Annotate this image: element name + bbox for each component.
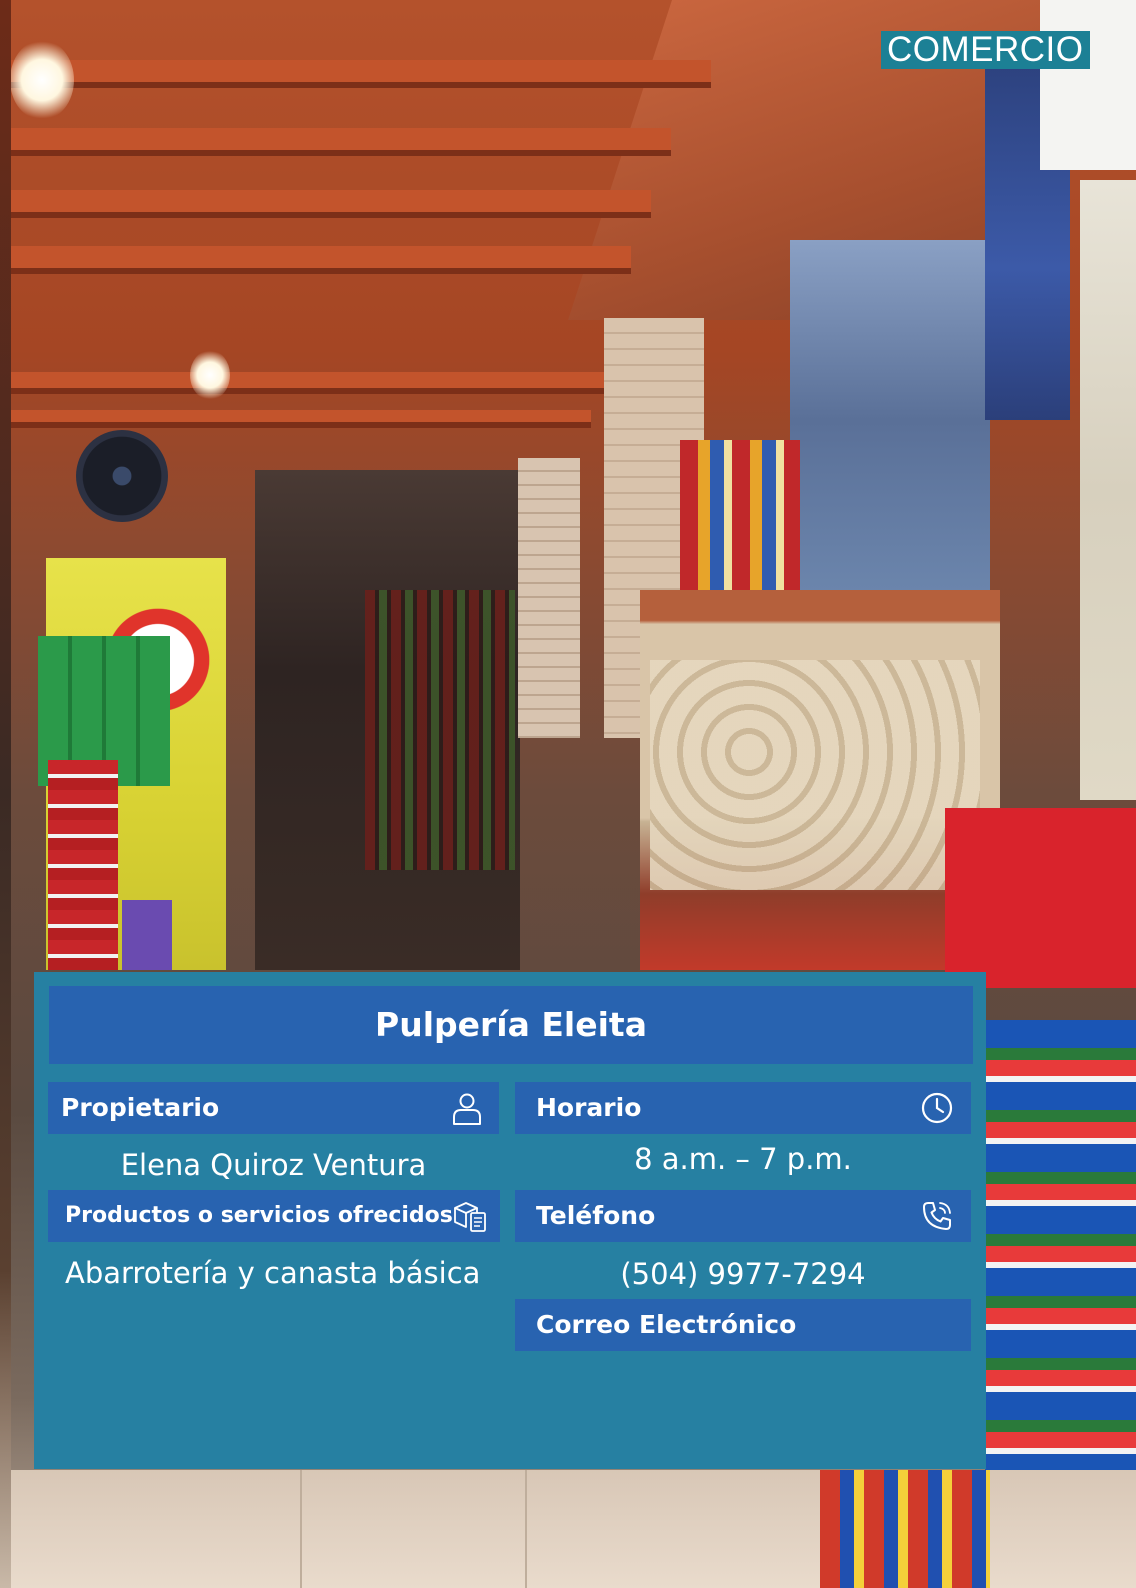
ceiling-beam	[11, 60, 711, 82]
owner-label: Propietario	[61, 1093, 220, 1122]
red-candy-rack	[945, 808, 1136, 988]
hours-label: Horario	[536, 1093, 642, 1122]
grain-sacks	[650, 660, 980, 890]
ceiling-beam	[11, 190, 651, 212]
phone-label: Teléfono	[536, 1201, 656, 1230]
person-icon	[453, 1093, 481, 1125]
floor-tile-line	[300, 1470, 302, 1588]
ceiling-beam	[11, 372, 611, 388]
products-value: Abarrotería y canasta básica	[65, 1256, 481, 1290]
boxes-stack	[790, 240, 990, 600]
clock-icon	[921, 1092, 953, 1124]
phone-icon	[923, 1202, 951, 1230]
email-label: Correo Electrónico	[536, 1310, 797, 1339]
products-icon	[454, 1202, 486, 1232]
left-edge-strip	[0, 0, 11, 1588]
category-tag: COMERCIO	[881, 31, 1090, 69]
brick-pillar	[518, 458, 580, 738]
ceiling-beam	[11, 128, 671, 150]
ceiling-beam	[11, 410, 591, 422]
wall-fan	[76, 430, 168, 522]
white-poster	[1040, 0, 1136, 170]
hours-header: Horario	[515, 1082, 971, 1134]
owner-header: Propietario	[48, 1082, 499, 1134]
floor-tile-line	[525, 1470, 527, 1588]
products-label: Productos o servicios ofrecidos	[65, 1203, 453, 1228]
ceiling-beam	[11, 246, 631, 268]
bottom-product-rack	[820, 1470, 990, 1588]
purple-product-box	[122, 900, 172, 970]
ceiling-light	[10, 40, 74, 120]
products-header: Productos o servicios ofrecidos	[48, 1190, 500, 1242]
ceiling-light	[190, 350, 230, 400]
red-snack-packs	[48, 760, 118, 970]
right-wall	[1080, 180, 1136, 800]
hours-value: 8 a.m. – 7 p.m.	[634, 1142, 852, 1176]
phone-value: (504) 9977-7294	[620, 1257, 866, 1291]
business-name: Pulpería Eleita	[49, 986, 973, 1064]
business-info-panel: Pulpería Eleita Propietario Elena Quiroz…	[34, 972, 986, 1469]
email-header: Correo Electrónico	[515, 1299, 971, 1351]
owner-value: Elena Quiroz Ventura	[120, 1148, 427, 1182]
bottle-shelf	[365, 590, 515, 870]
phone-header: Teléfono	[515, 1190, 971, 1242]
